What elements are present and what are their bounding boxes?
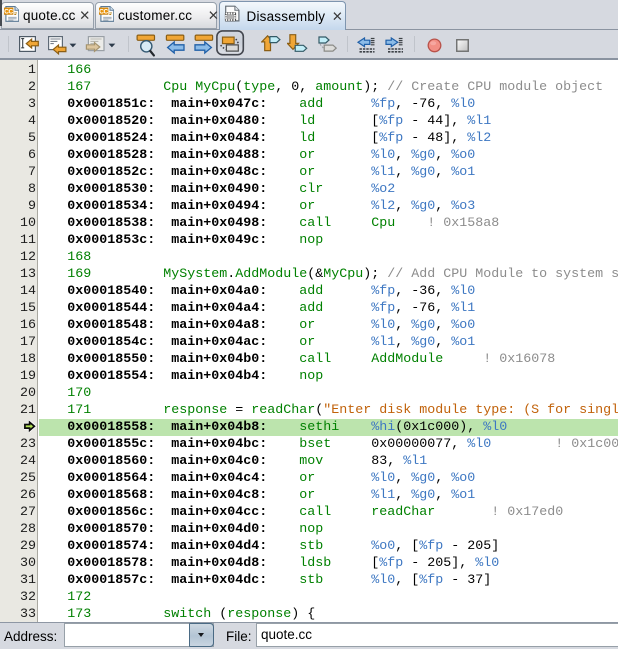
svg-text:CC: CC: [4, 9, 13, 16]
svg-text:CC: CC: [99, 9, 108, 16]
